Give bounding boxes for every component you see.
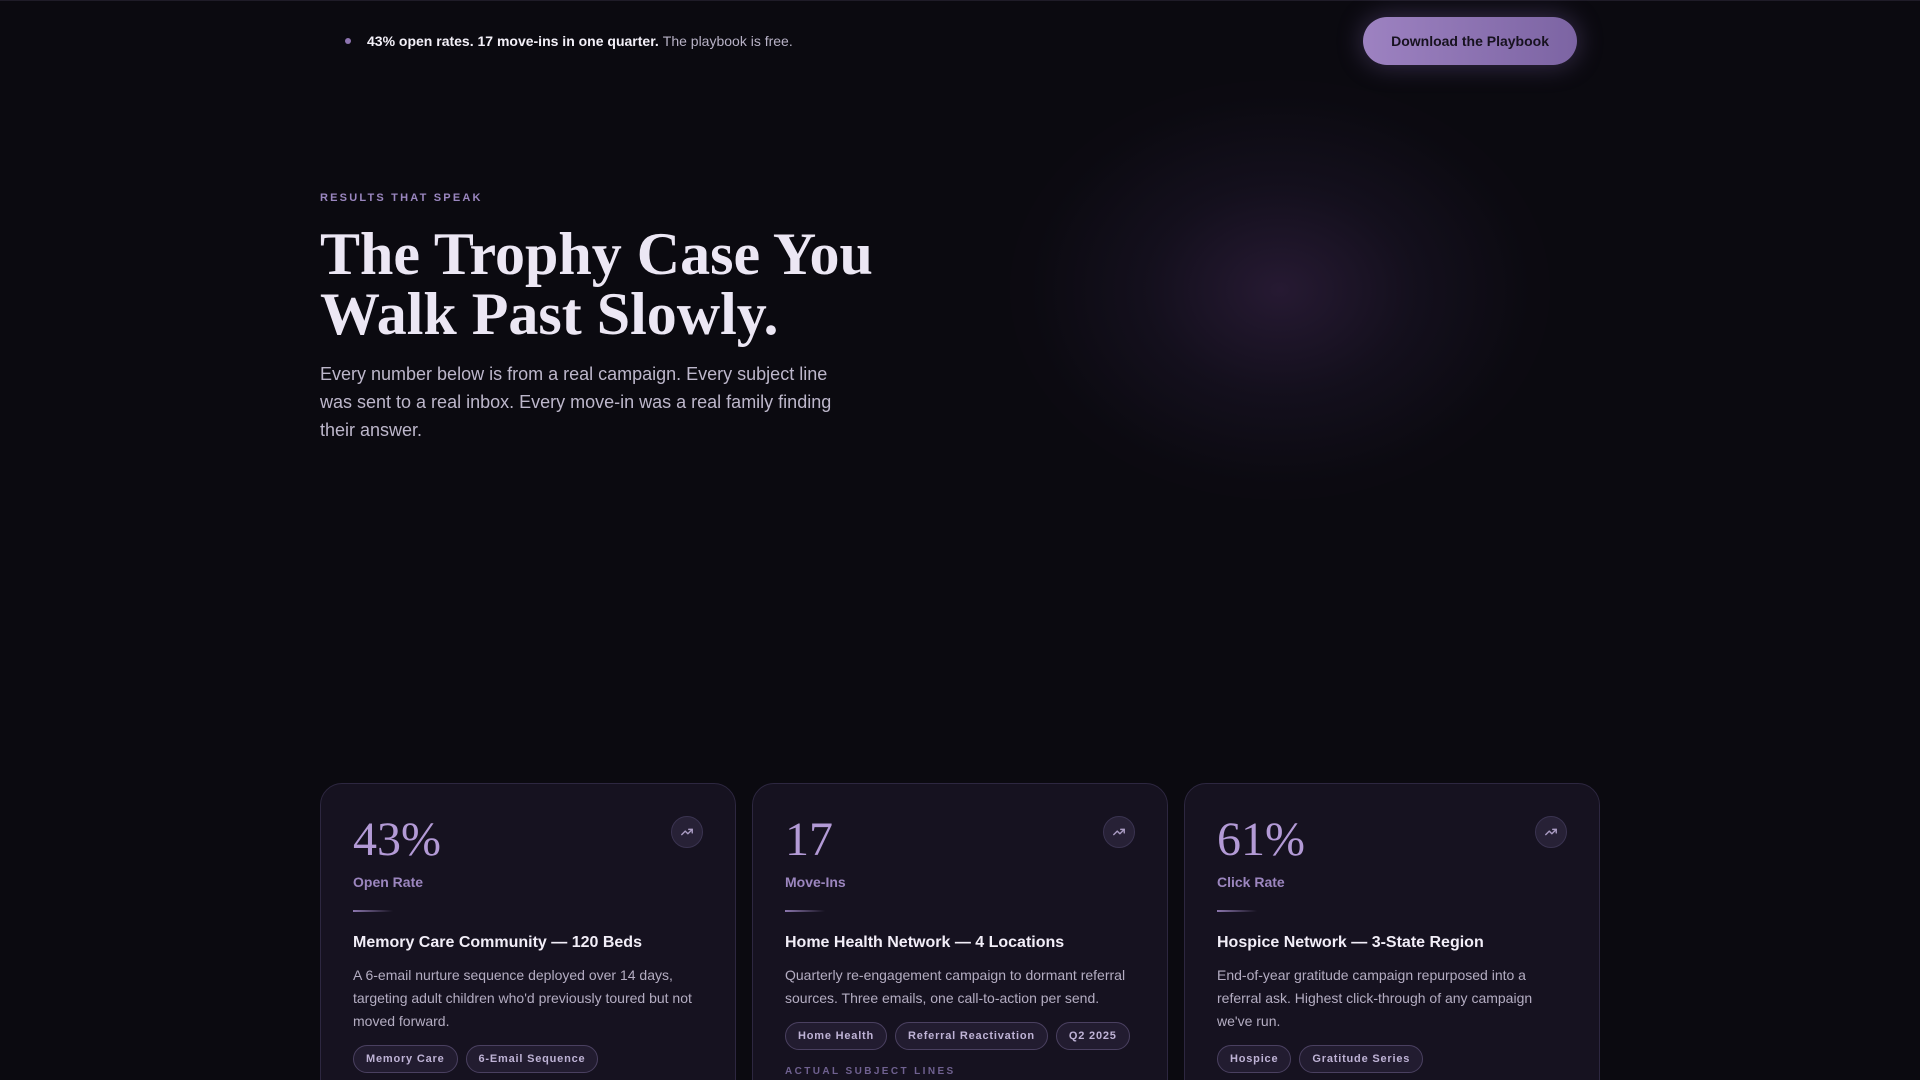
stat-value: 43% bbox=[353, 813, 441, 866]
card-title: Hospice Network — 3-State Region bbox=[1217, 934, 1484, 951]
result-card-move-ins: 17 Move-Ins Home Health Network — 4 Loca… bbox=[752, 783, 1168, 1080]
announcement-bar: 43% open rates. 17 move-ins in one quart… bbox=[320, 16, 1577, 66]
announcement: 43% open rates. 17 move-ins in one quart… bbox=[320, 33, 793, 49]
card-title: Home Health Network — 4 Locations bbox=[785, 934, 1065, 951]
announcement-bold: 43% open rates. 17 move-ins in one quart… bbox=[367, 33, 659, 49]
trend-up-icon bbox=[671, 816, 703, 848]
tag: 6-Email Sequence bbox=[465, 1045, 599, 1073]
page: 43% open rates. 17 move-ins in one quart… bbox=[0, 0, 1920, 1080]
trend-up-icon bbox=[1103, 816, 1135, 848]
card-divider bbox=[785, 910, 825, 912]
card-divider bbox=[1217, 910, 1257, 912]
result-card-click-rate: 61% Click Rate Hospice Network — 3-State… bbox=[1184, 783, 1600, 1080]
card-description: A 6-email nurture sequence deployed over… bbox=[353, 967, 692, 1029]
tag: Home Health bbox=[785, 1022, 888, 1050]
download-playbook-button[interactable]: Download the Playbook bbox=[1363, 17, 1577, 65]
page-title: The Trophy Case You Walk Past Slowly. bbox=[320, 224, 980, 344]
tag-list: Home Health Referral Reactivation Q2 202… bbox=[785, 1022, 1135, 1050]
result-card-open-rate: 43% Open Rate Memory Care Community — 12… bbox=[320, 783, 736, 1080]
tag-list: Memory Care 6-Email Sequence bbox=[353, 1045, 703, 1073]
card-description: Quarterly re-engagement campaign to dorm… bbox=[785, 967, 1126, 1006]
hero-section: RESULTS THAT SPEAK The Trophy Case You W… bbox=[320, 192, 980, 444]
stat-label: Move-Ins bbox=[785, 874, 846, 890]
card-divider bbox=[353, 910, 393, 912]
tag: Gratitude Series bbox=[1299, 1045, 1424, 1073]
card-description: End-of-year gratitude campaign repurpose… bbox=[1217, 967, 1533, 1029]
background-glow bbox=[1010, 80, 1550, 500]
announcement-text: The playbook is free. bbox=[662, 33, 793, 49]
subject-lines-heading: ACTUAL SUBJECT LINES bbox=[785, 1066, 956, 1077]
title-line-2: Walk Past Slowly. bbox=[320, 281, 779, 347]
stat-label: Open Rate bbox=[353, 874, 424, 890]
stat-label: Click Rate bbox=[1217, 874, 1285, 890]
section-eyebrow: RESULTS THAT SPEAK bbox=[320, 192, 483, 204]
stat-value: 61% bbox=[1217, 813, 1305, 866]
card-title: Memory Care Community — 120 Beds bbox=[353, 934, 642, 951]
tag: Q2 2025 bbox=[1055, 1022, 1130, 1050]
tag: Referral Reactivation bbox=[895, 1022, 1048, 1050]
top-border bbox=[0, 0, 1920, 1]
bullet-dot-icon bbox=[345, 38, 351, 44]
tag-list: Hospice Gratitude Series bbox=[1217, 1045, 1567, 1073]
title-line-1: The Trophy Case You bbox=[320, 221, 873, 287]
stat-value: 17 bbox=[785, 813, 833, 866]
trend-up-icon bbox=[1535, 816, 1567, 848]
hero-subtitle: Every number below is from a real campai… bbox=[320, 364, 832, 440]
tag: Memory Care bbox=[353, 1045, 458, 1073]
results-cards: 43% Open Rate Memory Care Community — 12… bbox=[320, 783, 1600, 1080]
tag: Hospice bbox=[1217, 1045, 1292, 1073]
